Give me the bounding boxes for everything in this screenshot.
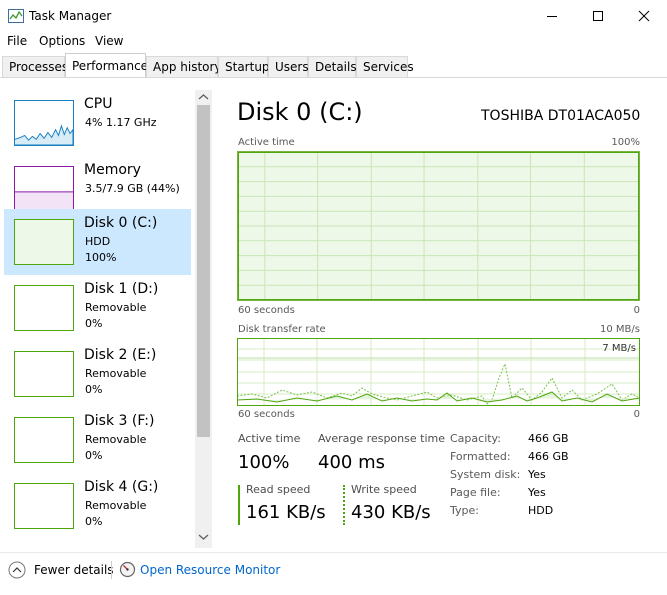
chevron-up-circle-icon[interactable] [8, 561, 26, 579]
sidebar-item-usage: 0% [85, 317, 103, 330]
page-file-label: Page file: [450, 486, 501, 499]
task-manager-icon [8, 9, 24, 23]
sidebar-item-type: Removable [85, 301, 147, 314]
active-time-graph-label: Active time [238, 137, 295, 148]
window-title: Task Manager [29, 9, 112, 23]
sidebar-item-title: Memory [84, 162, 141, 178]
sidebar-item-usage: 0% [85, 449, 103, 462]
menu-options[interactable]: Options [39, 34, 85, 48]
close-button[interactable] [621, 0, 667, 32]
transfer-x-right: 0 [633, 409, 640, 420]
disk-model: TOSHIBA DT01ACA050 [481, 108, 641, 124]
read-speed-value: 161 KB/s [246, 502, 326, 523]
minimize-icon [547, 16, 557, 17]
transfer-graph-label: Disk transfer rate [238, 324, 326, 335]
menu-view[interactable]: View [95, 34, 123, 48]
capacity-value: 466 GB [528, 432, 569, 445]
cpu-thumbnail [14, 100, 74, 146]
transfer-graph-max: 10 MB/s [600, 324, 640, 335]
footer-divider [111, 561, 112, 579]
tab-services[interactable]: Services [356, 56, 414, 78]
active-time-graph-max: 100% [611, 137, 640, 148]
memory-thumbnail [14, 166, 74, 212]
sidebar-item-disk-2[interactable]: Disk 2 (E:) Removable 0% [4, 341, 191, 407]
maximize-icon [593, 11, 603, 21]
sidebar-item-type: Removable [85, 367, 147, 380]
resource-list: CPU 4% 1.17 GHz Memory 3.5/7.9 GB (44%) … [0, 90, 213, 548]
minimize-button[interactable] [529, 0, 575, 32]
tab-processes[interactable]: Processes [2, 56, 68, 78]
close-icon [638, 10, 650, 22]
menu-file[interactable]: File [7, 34, 27, 48]
tab-performance[interactable]: Performance [65, 53, 148, 78]
sidebar-item-detail: 4% 1.17 GHz [85, 116, 157, 129]
sidebar-item-type: Removable [85, 433, 147, 446]
transfer-x-left: 60 seconds [238, 409, 295, 420]
resource-monitor-icon[interactable] [119, 561, 136, 578]
tab-divider [0, 77, 667, 78]
sidebar-item-disk-1[interactable]: Disk 1 (D:) Removable 0% [4, 275, 191, 341]
sidebar-item-usage: 100% [85, 251, 117, 264]
write-speed-value: 430 KB/s [351, 502, 431, 523]
sidebar-item-usage: 0% [85, 383, 103, 396]
write-speed-label: Write speed [351, 483, 417, 496]
sidebar-item-type: Removable [85, 499, 147, 512]
maximize-button[interactable] [575, 0, 621, 32]
formatted-value: 466 GB [528, 450, 569, 463]
sidebar-item-cpu[interactable]: CPU 4% 1.17 GHz [4, 90, 191, 156]
tab-bar: Processes Performance App history Startu… [0, 53, 667, 78]
tab-users[interactable]: Users [268, 56, 309, 78]
transfer-graph-marker: 7 MB/s [602, 343, 636, 354]
sidebar-item-disk-0[interactable]: Disk 0 (C:) HDD 100% [4, 209, 191, 275]
tab-app-history[interactable]: App history [146, 56, 222, 78]
page-file-value: Yes [528, 486, 546, 499]
disk-2-thumbnail [14, 351, 74, 397]
sidebar-item-title: Disk 1 (D:) [84, 281, 159, 297]
scroll-down-icon[interactable] [198, 533, 209, 541]
sidebar-item-detail: 3.5/7.9 GB (44%) [85, 182, 180, 195]
system-disk-label: System disk: [450, 468, 521, 481]
title-bar: Task Manager [0, 0, 667, 32]
footer-bar: Fewer details Open Resource Monitor [0, 552, 667, 595]
sidebar-item-title: Disk 4 (G:) [84, 479, 159, 495]
active-time-x-left: 60 seconds [238, 305, 295, 316]
menu-bar: File Options View [0, 32, 667, 52]
sidebar-item-disk-4[interactable]: Disk 4 (G:) Removable 0% [4, 473, 191, 539]
capacity-label: Capacity: [450, 432, 501, 445]
sidebar-item-title: CPU [84, 96, 113, 112]
active-time-graph [237, 151, 640, 301]
tab-details[interactable]: Details [308, 56, 357, 78]
sidebar-item-type: HDD [85, 235, 111, 248]
avg-response-value: 400 ms [318, 452, 385, 473]
tab-startup[interactable]: Startup [218, 56, 270, 78]
avg-response-label: Average response time [318, 432, 445, 445]
active-time-x-right: 0 [633, 305, 640, 316]
disk-3-thumbnail [14, 417, 74, 463]
active-time-label: Active time [238, 432, 301, 445]
transfer-rate-graph [237, 338, 640, 406]
disk-0-thumbnail [14, 219, 74, 265]
write-speed-indicator [343, 485, 345, 525]
read-speed-label: Read speed [246, 483, 311, 496]
active-time-value: 100% [238, 452, 290, 473]
formatted-label: Formatted: [450, 450, 511, 463]
scroll-up-icon[interactable] [198, 93, 209, 101]
sidebar-item-title: Disk 3 (F:) [84, 413, 155, 429]
sidebar-scroll-thumb[interactable] [197, 105, 210, 437]
page-title: Disk 0 (C:) [237, 98, 363, 126]
fewer-details-button[interactable]: Fewer details [34, 563, 114, 577]
sidebar-item-title: Disk 0 (C:) [84, 215, 158, 231]
disk-4-thumbnail [14, 483, 74, 529]
sidebar-item-disk-3[interactable]: Disk 3 (F:) Removable 0% [4, 407, 191, 473]
system-disk-value: Yes [528, 468, 546, 481]
sidebar-item-title: Disk 2 (E:) [84, 347, 157, 363]
read-speed-indicator [238, 485, 240, 525]
type-label: Type: [450, 504, 479, 517]
sidebar-item-usage: 0% [85, 515, 103, 528]
disk-1-thumbnail [14, 285, 74, 331]
open-resource-monitor-link[interactable]: Open Resource Monitor [140, 563, 280, 577]
type-value: HDD [528, 504, 554, 517]
